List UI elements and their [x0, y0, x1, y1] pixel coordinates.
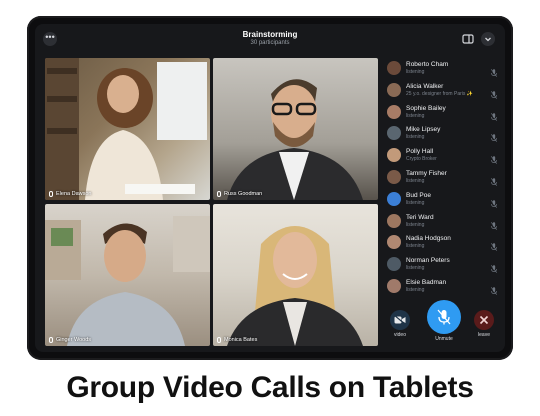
mic-muted-icon[interactable]	[491, 173, 497, 186]
video-button[interactable]	[390, 310, 410, 330]
participant-row[interactable]: Roberto Cham listening	[385, 58, 503, 79]
mic-icon	[49, 337, 53, 343]
participant-row[interactable]: Tammy Fisher listening	[385, 167, 503, 188]
mic-muted-icon[interactable]	[491, 217, 497, 230]
participant-name: Nadia Hodgson	[406, 235, 451, 243]
mic-icon	[217, 191, 221, 197]
participant-row[interactable]: Bud Poe listening	[385, 189, 503, 210]
unmute-button[interactable]	[427, 300, 461, 334]
tile-name: Ginger Woods	[49, 337, 91, 343]
video-grid: Elena Dawson Russ Goodman Ginger Woods M…	[45, 58, 380, 346]
video-tile[interactable]: Monica Bates	[213, 204, 378, 346]
participant-status: listening	[406, 265, 425, 272]
mic-icon	[49, 191, 53, 197]
call-controls: video Unmute leave	[385, 300, 503, 352]
leave-button[interactable]	[474, 310, 494, 330]
avatar	[387, 148, 401, 163]
leave-label: leave	[478, 332, 490, 338]
close-icon	[479, 315, 489, 325]
participant-name: Elsie Badman	[406, 279, 447, 286]
participant-row[interactable]: Polly Hall Crypto Broker	[385, 145, 503, 166]
participant-status: 25 y.o. designer from Paris ✨	[406, 90, 473, 97]
mic-muted-icon[interactable]	[491, 238, 497, 252]
participant-name: Alicia Walker	[406, 82, 444, 90]
participant-row[interactable]: Nadia Hodgson listening	[385, 232, 503, 253]
participant-row[interactable]: Alicia Walker 25 y.o. designer from Paris…	[385, 80, 503, 101]
participant-row[interactable]: Norman Peters listening	[385, 254, 503, 275]
participant-name: Roberto Cham	[406, 61, 449, 68]
call-screen: ••• Brainstorming 30 participants Elena …	[35, 24, 505, 352]
video-label: video	[394, 332, 406, 338]
unmute-control[interactable]: Unmute	[425, 300, 463, 342]
tile-name: Russ Goodman	[217, 191, 262, 197]
mic-muted-icon[interactable]	[491, 129, 497, 143]
tile-name-label: Ginger Woods	[56, 337, 92, 343]
participant-name: Norman Peters	[406, 257, 450, 265]
participant-count: 30 participants	[250, 40, 290, 46]
participant-video	[227, 226, 363, 346]
mic-muted-icon[interactable]	[491, 151, 497, 165]
participant-name: Bud Poe	[406, 191, 431, 199]
avatar	[387, 191, 401, 206]
layout-toggle-icon[interactable]	[461, 32, 475, 46]
avatar	[387, 213, 401, 228]
mic-muted-icon[interactable]	[491, 282, 497, 295]
participant-row[interactable]: Elsie Badman listening	[385, 276, 503, 297]
video-tile[interactable]: Ginger Woods	[45, 204, 210, 346]
unmute-label: Unmute	[435, 336, 453, 342]
participant-name: Mike Lipsey	[406, 126, 441, 134]
participant-status: listening	[406, 199, 425, 206]
participant-name: Teri Ward	[406, 213, 434, 221]
call-title-block: Brainstorming 30 participants	[35, 30, 505, 47]
participant-row[interactable]: Mike Lipsey listening	[385, 123, 503, 144]
video-tile[interactable]: Russ Goodman	[213, 58, 378, 200]
participant-row[interactable]: Sophie Bailey listening	[385, 102, 503, 123]
participant-status: listening	[406, 287, 425, 293]
participant-status: listening	[406, 221, 425, 228]
avatar	[387, 104, 401, 119]
mic-muted-icon[interactable]	[491, 64, 497, 77]
tile-name-label: Elena Dawson	[56, 191, 92, 197]
page-caption: Group Video Calls on Tablets	[66, 371, 474, 404]
participant-name: Tammy Fisher	[406, 170, 447, 177]
call-title: Brainstorming	[242, 30, 298, 39]
video-camera-icon	[394, 315, 406, 325]
tile-name-label: Monica Bates	[224, 337, 258, 343]
participant-status: listening	[406, 243, 425, 250]
avatar	[387, 126, 401, 141]
video-control[interactable]: video	[389, 310, 411, 338]
participant-row[interactable]: Teri Ward listening	[385, 211, 503, 232]
mic-muted-icon[interactable]	[491, 108, 497, 121]
tile-name: Monica Bates	[217, 337, 257, 343]
avatar	[387, 279, 401, 293]
mic-muted-icon[interactable]	[491, 260, 497, 274]
participant-name: Polly Hall	[406, 148, 434, 156]
tile-name: Elena Dawson	[49, 191, 91, 197]
participant-status: listening	[406, 69, 425, 75]
participant-video	[45, 216, 210, 346]
mic-muted-icon[interactable]	[491, 86, 497, 99]
participant-name: Sophie Bailey	[406, 104, 446, 112]
avatar	[387, 61, 401, 75]
participant-status: listening	[406, 178, 425, 184]
avatar	[387, 235, 401, 250]
tile-name-label: Russ Goodman	[224, 191, 263, 197]
microphone-muted-icon	[437, 309, 451, 325]
mic-icon	[217, 337, 221, 343]
participant-status: listening	[406, 134, 425, 141]
participant-video	[45, 58, 207, 200]
participant-status: Crypto Broker	[406, 156, 437, 163]
avatar	[387, 257, 401, 272]
avatar	[387, 82, 401, 97]
avatar	[387, 170, 401, 184]
participant-video	[227, 79, 363, 200]
participant-list: Roberto Cham listening Alicia Walker 25 y.o…	[385, 58, 503, 308]
participant-status: listening	[406, 112, 425, 119]
tablet-frame: ••• Brainstorming 30 participants Elena …	[27, 16, 513, 360]
top-bar: ••• Brainstorming 30 participants	[35, 24, 505, 56]
chevron-down-icon[interactable]	[481, 32, 495, 46]
mic-muted-icon[interactable]	[491, 195, 497, 208]
leave-control[interactable]: leave	[473, 310, 495, 338]
video-tile[interactable]: Elena Dawson	[45, 58, 210, 200]
